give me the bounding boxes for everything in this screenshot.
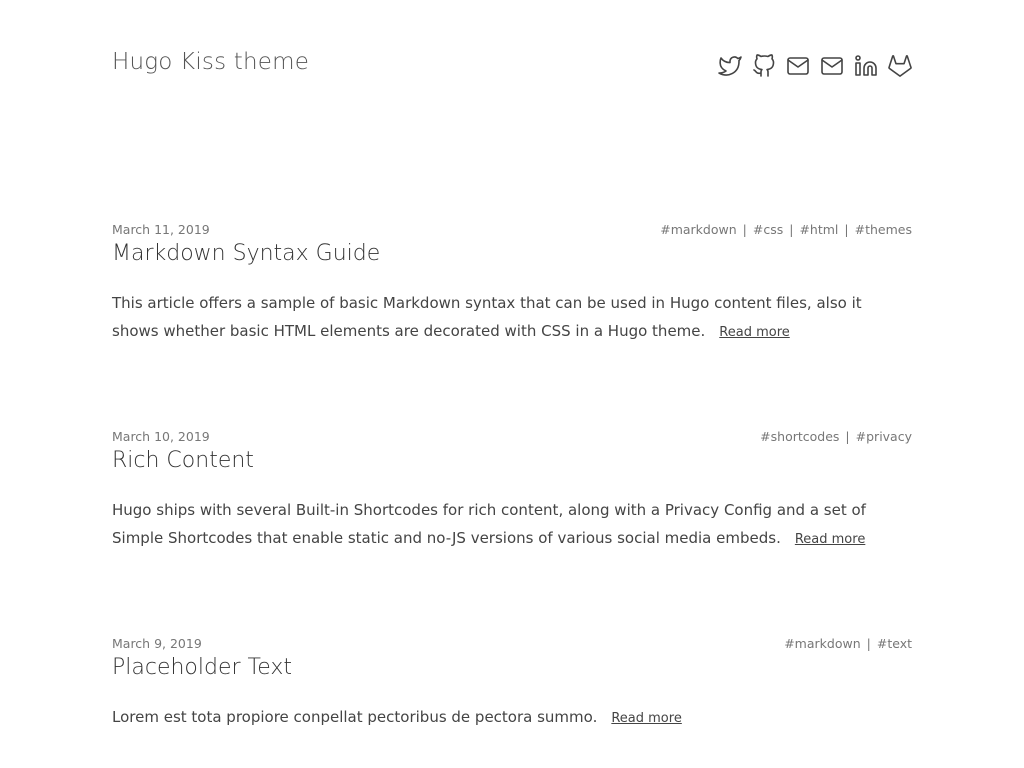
read-more-link[interactable]: Read more xyxy=(611,711,681,726)
post-title[interactable]: Rich Content xyxy=(112,448,912,473)
tag-link[interactable]: #html xyxy=(799,222,838,237)
post-tags: #markdown | #css | #html | #themes xyxy=(660,222,912,237)
post-date: March 10, 2019 xyxy=(112,429,210,444)
tag-link[interactable]: #themes xyxy=(855,222,912,237)
email-icon xyxy=(821,57,843,75)
post-title[interactable]: Markdown Syntax Guide xyxy=(112,241,912,266)
tag-link[interactable]: #markdown xyxy=(784,636,860,651)
site-title[interactable]: Hugo Kiss theme xyxy=(112,49,309,75)
email-link-2[interactable] xyxy=(820,53,844,79)
tag-link[interactable]: #privacy xyxy=(856,429,912,444)
post-summary-text: Lorem est tota propiore conpellat pector… xyxy=(112,708,598,726)
linkedin-link[interactable] xyxy=(854,53,878,79)
tag-separator: | xyxy=(866,636,871,651)
twitter-link[interactable] xyxy=(718,53,742,79)
post-summary: Hugo ships with several Built-in Shortco… xyxy=(112,496,912,554)
post-summary: Lorem est tota propiore conpellat pector… xyxy=(112,703,912,733)
social-links xyxy=(718,53,912,79)
post-tags: #shortcodes | #privacy xyxy=(760,429,912,444)
tag-separator: | xyxy=(789,222,794,237)
github-icon xyxy=(753,54,775,77)
tag-link[interactable]: #shortcodes xyxy=(760,429,839,444)
tag-link[interactable]: #text xyxy=(877,636,912,651)
post-tags: #markdown | #text xyxy=(784,636,912,651)
github-link[interactable] xyxy=(752,53,776,79)
tag-link[interactable]: #markdown xyxy=(660,222,736,237)
post-card: March 9, 2019 #markdown | #text Placehol… xyxy=(112,636,912,733)
post-card: March 10, 2019 #shortcodes | #privacy Ri… xyxy=(112,429,912,554)
linkedin-icon xyxy=(855,55,877,76)
tag-separator: | xyxy=(845,429,850,444)
read-more-link[interactable]: Read more xyxy=(719,325,789,340)
post-title[interactable]: Placeholder Text xyxy=(112,655,912,680)
post-date: March 11, 2019 xyxy=(112,222,210,237)
gitlab-icon xyxy=(888,55,912,77)
post-summary: This article offers a sample of basic Ma… xyxy=(112,289,912,347)
email-link[interactable] xyxy=(786,53,810,79)
post-card: March 11, 2019 #markdown | #css | #html … xyxy=(112,222,912,347)
read-more-link[interactable]: Read more xyxy=(795,532,865,547)
tag-link[interactable]: #css xyxy=(753,222,783,237)
twitter-icon xyxy=(718,56,742,76)
gitlab-link[interactable] xyxy=(888,53,912,79)
post-date: March 9, 2019 xyxy=(112,636,202,651)
tag-separator: | xyxy=(844,222,849,237)
tag-separator: | xyxy=(742,222,747,237)
email-icon xyxy=(787,57,809,75)
post-summary-text: Hugo ships with several Built-in Shortco… xyxy=(112,501,866,547)
